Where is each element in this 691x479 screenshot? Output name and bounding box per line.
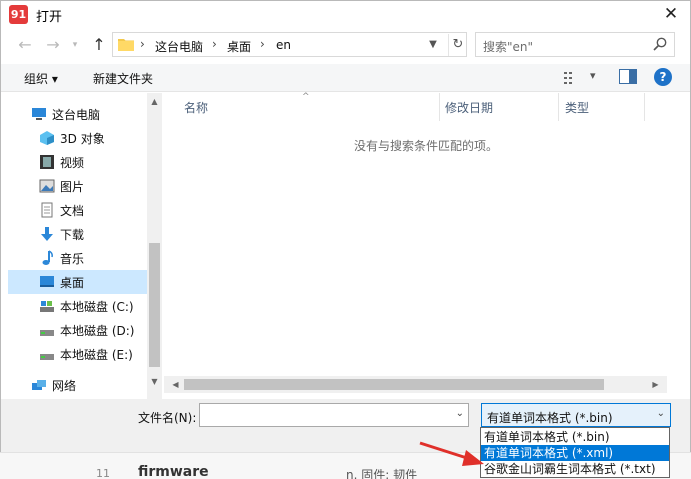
- change-view-button[interactable]: ▾: [564, 69, 604, 87]
- back-arrow-icon[interactable]: ←: [13, 33, 37, 57]
- nav-item-drive-c[interactable]: 本地磁盘 (C:): [8, 294, 147, 318]
- filename-dropdown-chevron-icon[interactable]: ⌄: [456, 408, 464, 419]
- nav-item-this-pc[interactable]: 这台电脑: [8, 102, 147, 126]
- annotation-arrow-icon: [419, 441, 484, 466]
- column-divider[interactable]: [644, 93, 645, 121]
- file-type-option-highlighted[interactable]: 有道单词本格式 (*.xml): [481, 445, 669, 461]
- video-icon: [40, 155, 54, 169]
- open-file-dialog: 91 打开 ✕ ← → ▾ ↑ › 这台电脑 › 桌面 › en ▼ ↻ 搜索"…: [0, 0, 691, 452]
- nav-label: 音乐: [60, 252, 85, 266]
- download-icon: [41, 227, 53, 241]
- column-header-modified[interactable]: 修改日期: [445, 99, 493, 116]
- music-icon: [42, 250, 53, 265]
- nav-label: 图片: [60, 180, 85, 194]
- file-type-chevron-down-icon: ⌄: [656, 408, 665, 419]
- file-type-select[interactable]: 有道单词本格式 (*.bin) ⌄: [481, 403, 671, 427]
- nav-item-drive-e[interactable]: 本地磁盘 (E:): [8, 342, 147, 366]
- background-row-number: 11: [96, 467, 110, 479]
- column-divider[interactable]: [558, 93, 559, 121]
- desktop-icon: [40, 276, 54, 287]
- background-row-word: firmware: [138, 464, 209, 479]
- help-icon[interactable]: ?: [654, 68, 672, 86]
- new-folder-button[interactable]: 新建文件夹: [93, 70, 153, 87]
- nav-item-documents[interactable]: 文档: [8, 198, 147, 222]
- file-list-horizontal-scrollbar[interactable]: ◀ ▶: [164, 376, 667, 393]
- address-dropdown-icon[interactable]: ▼: [425, 36, 441, 54]
- column-header-type[interactable]: 类型: [565, 99, 589, 116]
- nav-label: 这台电脑: [52, 108, 101, 122]
- nav-label: 3D 对象: [60, 132, 105, 146]
- search-input[interactable]: 搜索"en": [475, 32, 675, 57]
- file-type-dropdown-list: 有道单词本格式 (*.bin) 有道单词本格式 (*.xml) 谷歌金山词霸生词…: [480, 427, 670, 478]
- scroll-right-arrow-icon[interactable]: ▶: [648, 378, 663, 392]
- recent-locations-chevron-icon[interactable]: ▾: [63, 33, 87, 57]
- nav-item-drive-d[interactable]: 本地磁盘 (D:): [8, 318, 147, 342]
- toolbar: 组织 ▾ 新建文件夹 ▾ ?: [1, 64, 690, 92]
- nav-label: 下载: [60, 228, 85, 242]
- filename-input[interactable]: ⌄: [199, 403, 469, 427]
- nav-item-desktop[interactable]: 桌面: [8, 270, 147, 294]
- app-icon: 91: [9, 5, 28, 24]
- file-type-selected-value: 有道单词本格式 (*.bin): [487, 411, 613, 425]
- nav-scrollbar[interactable]: ▲ ▼: [147, 93, 162, 399]
- pictures-icon: [39, 179, 55, 193]
- network-icon: [32, 380, 46, 390]
- scroll-left-arrow-icon[interactable]: ◀: [168, 378, 183, 392]
- background-row-definition: n. 固件; 韧件: [346, 468, 418, 479]
- breadcrumb-en[interactable]: en: [276, 38, 291, 52]
- breadcrumb-separator: ›: [260, 37, 265, 51]
- computer-icon: [32, 108, 46, 120]
- breadcrumb-this-pc[interactable]: 这台电脑: [155, 38, 203, 55]
- nav-item-3d-objects[interactable]: 3D 对象: [8, 126, 147, 150]
- view-list-icon: [564, 72, 572, 84]
- drive-c-icon: [40, 301, 54, 312]
- breadcrumb-separator: ›: [212, 37, 217, 51]
- file-list-pane: ^ 名称 修改日期 类型 没有与搜索条件匹配的项。 ◀ ▶: [164, 92, 682, 399]
- nav-item-pictures[interactable]: 图片: [8, 174, 147, 198]
- drive-icon: [40, 354, 54, 360]
- up-arrow-icon[interactable]: ↑: [87, 33, 111, 57]
- horizontal-scrollbar-thumb[interactable]: [184, 379, 604, 390]
- nav-label: 网络: [52, 379, 77, 393]
- nav-label: 文档: [60, 204, 85, 218]
- nav-item-network[interactable]: 网络: [8, 373, 147, 397]
- drive-icon: [40, 330, 54, 336]
- column-divider[interactable]: [439, 93, 440, 121]
- sort-caret-icon: ^: [302, 92, 310, 102]
- breadcrumb-desktop[interactable]: 桌面: [227, 38, 251, 55]
- nav-item-videos[interactable]: 视频: [8, 150, 147, 174]
- file-type-option[interactable]: 谷歌金山词霸生词本格式 (*.txt): [481, 461, 669, 477]
- nav-label: 视频: [60, 156, 85, 170]
- navigation-pane: 这台电脑 3D 对象 视频 图片 文档 下载 音乐 桌面 本地磁盘 (C:) 本…: [8, 93, 162, 399]
- close-button[interactable]: ✕: [656, 3, 686, 27]
- breadcrumb-separator: ›: [140, 37, 145, 51]
- preview-pane-icon[interactable]: [619, 69, 637, 85]
- documents-icon: [41, 202, 53, 218]
- scroll-up-arrow-icon[interactable]: ▲: [147, 95, 162, 109]
- nav-item-downloads[interactable]: 下载: [8, 222, 147, 246]
- filename-label: 文件名(N):: [138, 411, 197, 425]
- title-bar: 91 打开 ✕: [1, 1, 690, 29]
- folder-icon: [118, 39, 134, 51]
- refresh-icon[interactable]: ↻: [448, 34, 467, 56]
- dialog-title: 打开: [36, 10, 63, 25]
- scroll-down-arrow-icon[interactable]: ▼: [147, 375, 162, 389]
- search-icon: [653, 37, 667, 51]
- address-bar[interactable]: › 这台电脑 › 桌面 › en ▼ ↻: [112, 32, 467, 57]
- nav-label: 桌面: [60, 276, 85, 290]
- search-placeholder: 搜索"en": [483, 40, 534, 54]
- nav-label: 本地磁盘 (E:): [60, 348, 133, 362]
- nav-item-music[interactable]: 音乐: [8, 246, 147, 270]
- forward-arrow-icon[interactable]: →: [41, 33, 65, 57]
- nav-scrollbar-thumb[interactable]: [149, 243, 160, 367]
- empty-results-message: 没有与搜索条件匹配的项。: [354, 139, 499, 153]
- organize-button[interactable]: 组织 ▾: [24, 70, 58, 87]
- nav-label: 本地磁盘 (D:): [60, 324, 135, 338]
- file-type-option[interactable]: 有道单词本格式 (*.bin): [481, 429, 669, 445]
- file-list-vertical-scrollbar[interactable]: [667, 93, 682, 376]
- nav-label: 本地磁盘 (C:): [60, 300, 134, 314]
- view-dropdown-chevron-icon: ▾: [590, 69, 596, 82]
- 3d-objects-icon: [40, 131, 54, 145]
- column-header-name[interactable]: 名称: [184, 99, 208, 116]
